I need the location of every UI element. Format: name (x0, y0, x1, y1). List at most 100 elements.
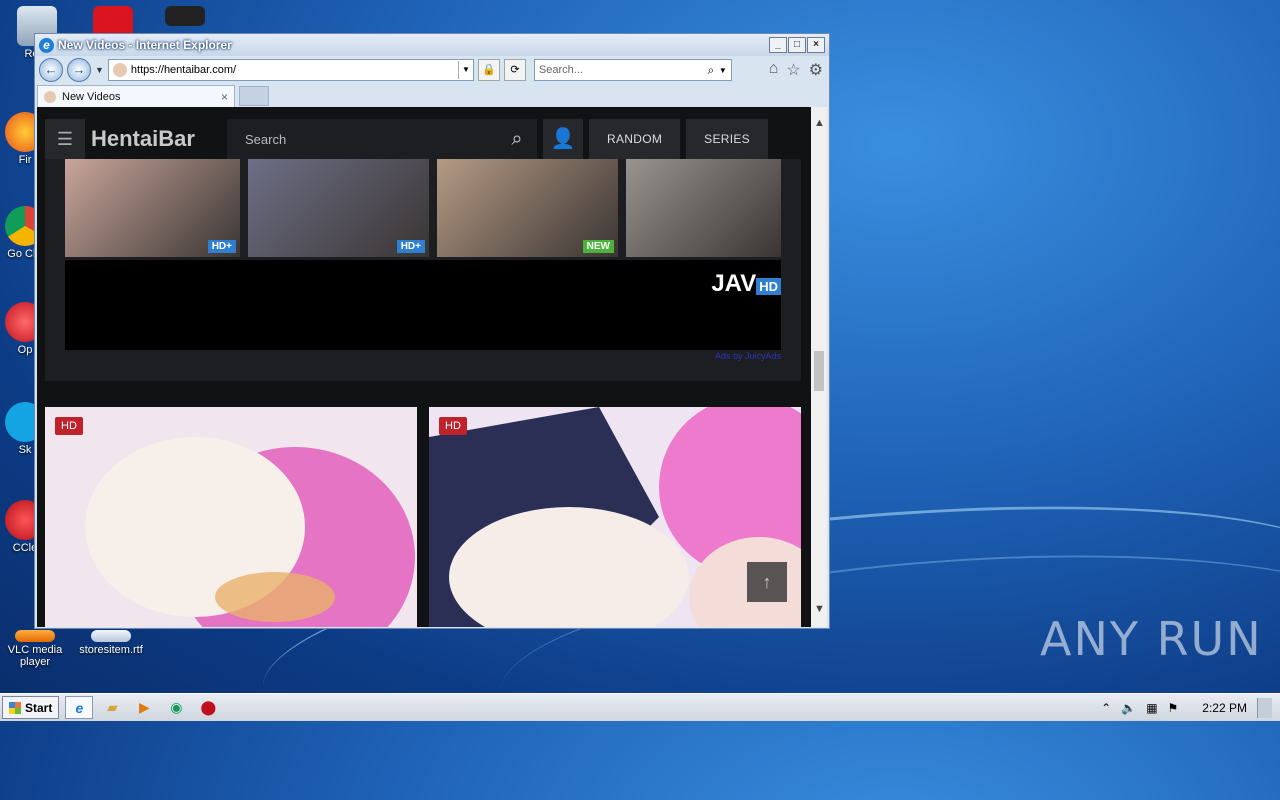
settings-gear-icon[interactable]: ⚙ (809, 60, 823, 80)
scroll-to-top-button[interactable]: ↑ (747, 562, 787, 602)
search-dropdown-icon[interactable]: ▼ (719, 66, 731, 75)
anyrun-watermark: ANY RUN (1040, 612, 1263, 666)
taskbar-opera[interactable]: ⬤ (195, 697, 221, 718)
system-tray: ⌃ 🔈 ▦ ⚑ 2:22 PM (1101, 697, 1272, 718)
tab-label: New Videos (62, 91, 121, 103)
video-thumbnail (45, 407, 417, 627)
show-desktop-button[interactable] (1257, 697, 1272, 718)
hd-badge: HD (55, 417, 83, 435)
user-account-button[interactable]: 👤 (543, 119, 583, 159)
ad-thumb[interactable]: HD+ (248, 159, 429, 257)
ie-search-box[interactable]: Search... ⌕ ▼ (533, 59, 732, 81)
close-tab-icon[interactable]: × (221, 90, 228, 104)
window-title: New Videos - Internet Explorer (58, 38, 232, 52)
window-controls: _ □ × (769, 37, 825, 53)
page-viewport: ☰ HentaiBar Search ⌕ 👤 RANDOM SERIES HD+… (37, 107, 811, 627)
desktop-icon-label: storesitem.rtf (79, 644, 143, 656)
volume-icon[interactable]: 🔈 (1121, 701, 1136, 715)
refresh-icon[interactable]: ⟳ (503, 59, 526, 81)
action-center-flag-icon[interactable]: ⚑ (1168, 701, 1179, 715)
ad-logo: JAV HD (711, 270, 781, 298)
ad-thumb[interactable] (626, 159, 781, 257)
site-search-box[interactable]: Search ⌕ (227, 119, 537, 159)
favorites-star-icon[interactable]: ☆ (786, 60, 800, 80)
address-bar[interactable]: https://hentaibar.com/ ▼ (107, 59, 474, 81)
start-label: Start (25, 700, 53, 715)
desktop-icon-app[interactable] (150, 6, 220, 28)
clock[interactable]: 2:22 PM (1202, 701, 1247, 715)
maximize-button[interactable]: □ (788, 37, 806, 53)
app-icon (165, 6, 205, 26)
video-thumbnail (429, 407, 801, 627)
video-card[interactable]: HD (45, 407, 417, 627)
new-tab-button[interactable] (239, 86, 269, 106)
taskbar-media-player[interactable]: ▶ (131, 697, 157, 718)
taskbar: Start e ▰ ▶ ◉ ⬤ ⌃ 🔈 ▦ ⚑ 2:22 PM (0, 693, 1280, 721)
desktop-icon-label: Sk (18, 444, 32, 456)
site-logo[interactable]: HentaiBar (91, 119, 221, 159)
search-icon[interactable]: ⌕ (497, 128, 537, 151)
video-grid: HD HD (45, 407, 801, 627)
new-badge: NEW (582, 240, 614, 253)
ad-logo-badge: HD (756, 278, 781, 295)
desktop-icon-rtf-file[interactable]: storesitem.rtf (76, 630, 146, 656)
start-button[interactable]: Start (2, 696, 60, 719)
ad-attribution-link[interactable]: Ads by JuicyAds (715, 351, 781, 361)
address-dropdown-icon[interactable]: ▼ (457, 61, 473, 79)
forward-button[interactable]: → (67, 58, 91, 82)
ad-logo-text: JAV (711, 270, 757, 297)
navigation-bar: ← → ▼ https://hentaibar.com/ ▼ 🔒 ⟳ Searc… (35, 56, 829, 84)
tab-strip: New Videos × (35, 84, 829, 108)
site-header: ☰ HentaiBar Search ⌕ 👤 RANDOM SERIES (45, 119, 801, 159)
taskbar-explorer[interactable]: ▰ (99, 697, 125, 718)
ie-window: e New Videos - Internet Explorer _ □ × ←… (34, 33, 830, 629)
quality-badge: HD+ (396, 240, 425, 253)
scroll-up-icon[interactable]: ▲ (814, 117, 825, 129)
ie-logo-icon: e (39, 37, 54, 53)
search-icon[interactable]: ⌕ (703, 63, 719, 78)
taskbar-chrome[interactable]: ◉ (163, 697, 189, 718)
scroll-down-icon[interactable]: ▼ (814, 603, 825, 615)
title-bar[interactable]: e New Videos - Internet Explorer _ □ × (35, 34, 829, 56)
tab-new-videos[interactable]: New Videos × (37, 85, 235, 108)
site-favicon-icon (112, 63, 127, 77)
document-icon (91, 630, 131, 642)
page-scrollbar[interactable]: ▲ ▼ (811, 107, 827, 627)
quality-badge: HD+ (207, 240, 236, 253)
sliders-icon: ☰ (56, 128, 74, 149)
desktop-icon-label: Op (17, 344, 33, 356)
back-button[interactable]: ← (39, 58, 63, 82)
history-dropdown-icon[interactable]: ▼ (95, 65, 104, 75)
nav-random[interactable]: RANDOM (589, 119, 681, 159)
ad-banner[interactable]: JAV HD (65, 260, 781, 350)
chrome-icon: ◉ (170, 699, 183, 715)
tray-expand-icon[interactable]: ⌃ (1101, 701, 1111, 715)
close-button[interactable]: × (807, 37, 825, 53)
scrollbar-thumb[interactable] (814, 351, 824, 391)
ad-thumb[interactable]: HD+ (65, 159, 240, 257)
ie-toolbar-icons: ⌂ ☆ ⚙ (769, 60, 823, 80)
desktop-icon-vlc[interactable]: VLC media player (0, 630, 70, 668)
site-search-input[interactable]: Search (227, 132, 497, 147)
home-icon[interactable]: ⌂ (769, 60, 779, 80)
media-player-icon: ▶ (138, 699, 150, 715)
taskbar-ie[interactable]: e (65, 696, 94, 719)
ie-icon: e (75, 699, 84, 716)
ad-thumbnails: HD+ HD+ NEW (65, 159, 781, 257)
tab-favicon-icon (44, 91, 56, 103)
folder-icon: ▰ (106, 699, 118, 715)
nav-series[interactable]: SERIES (686, 119, 768, 159)
ie-search-input[interactable]: Search... (535, 64, 703, 76)
vlc-icon (15, 630, 55, 642)
ad-block: HD+ HD+ NEW JAV HD Ads by JuicyAds (45, 159, 801, 381)
windows-logo-icon (9, 701, 21, 714)
opera-icon: ⬤ (200, 699, 217, 715)
minimize-button[interactable]: _ (769, 37, 787, 53)
filter-menu-button[interactable]: ☰ (45, 119, 85, 159)
video-card[interactable]: HD (429, 407, 801, 627)
security-lock-icon[interactable]: 🔒 (477, 59, 500, 81)
address-url[interactable]: https://hentaibar.com/ (131, 64, 458, 76)
desktop-icon-label: VLC media player (7, 644, 63, 668)
network-icon[interactable]: ▦ (1146, 701, 1157, 715)
ad-thumb[interactable]: NEW (437, 159, 618, 257)
